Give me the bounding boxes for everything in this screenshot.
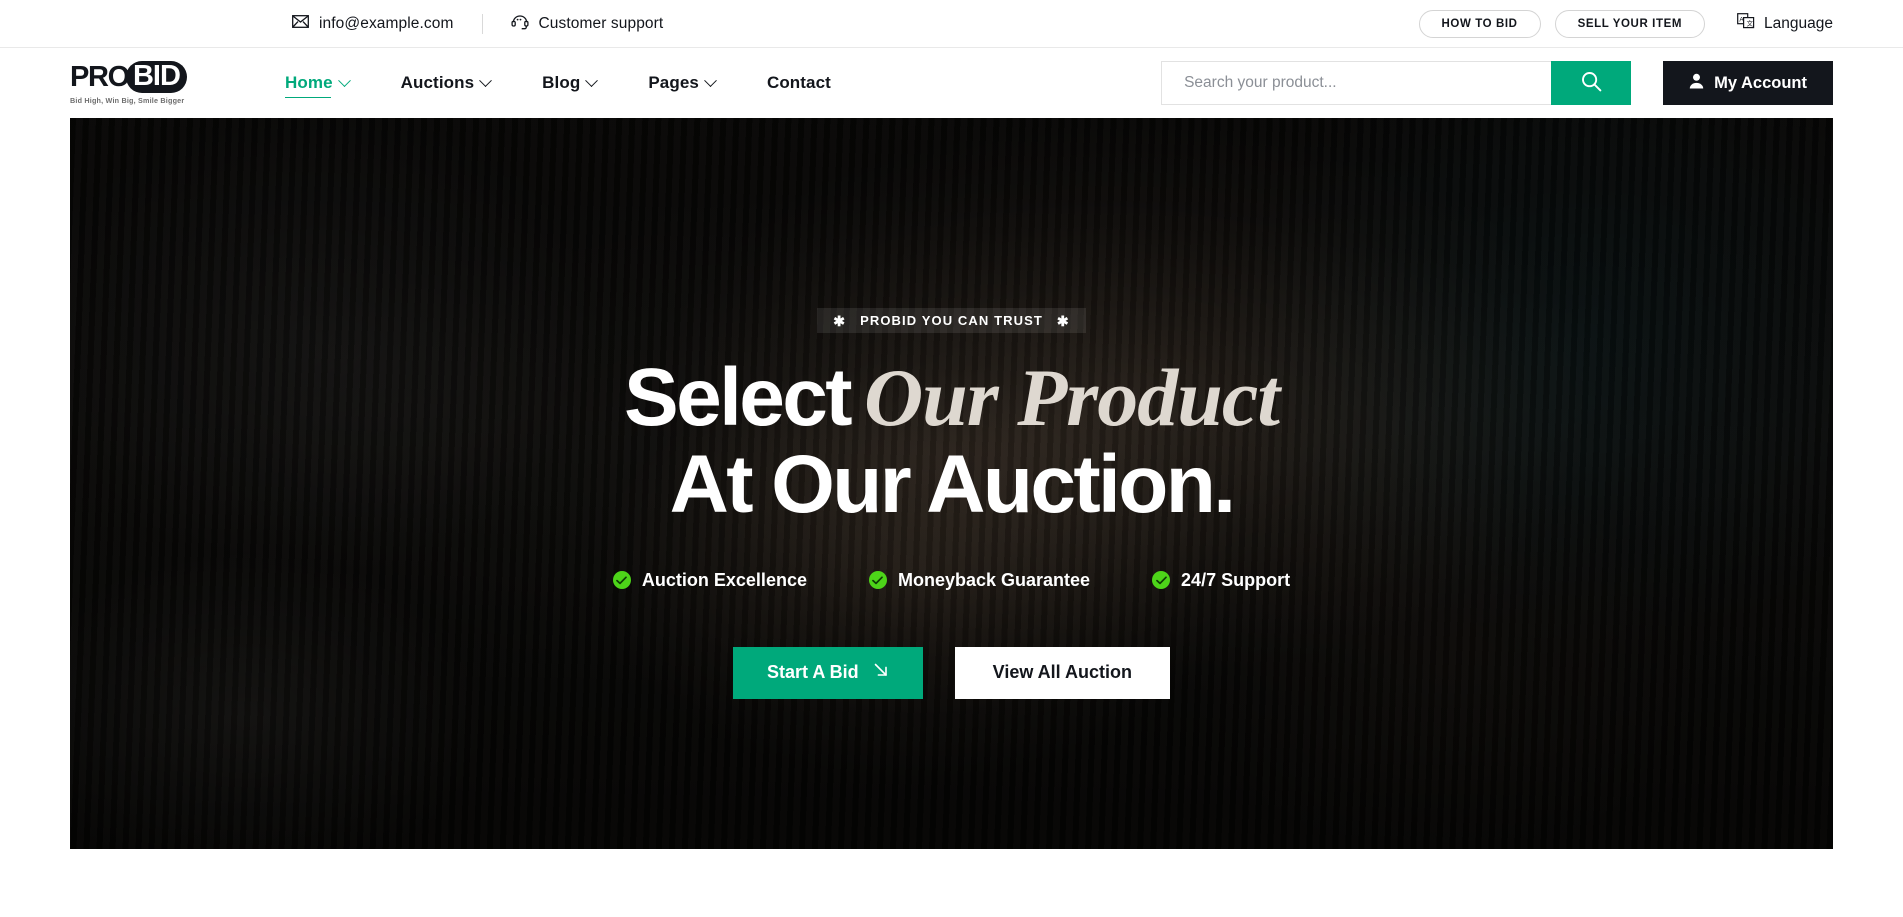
nav-label-pages: Pages: [648, 73, 699, 92]
nav-label-home: Home: [285, 73, 333, 92]
hero-feature-label: 24/7 Support: [1181, 569, 1291, 590]
hero-feature-item: 24/7 Support: [1152, 570, 1290, 591]
nav-item-contact[interactable]: Contact: [741, 73, 857, 93]
chevron-down-icon: [479, 73, 493, 87]
hero-heading-emphasis: Our Product: [863, 352, 1280, 443]
hero-heading: Select Our Product At Our Auction.: [623, 352, 1280, 531]
topbar-email-text: info@example.com: [319, 14, 454, 32]
nav-label-contact: Contact: [766, 73, 831, 92]
main-header: PRO BID Bid High, Win Big, Smile Bigger …: [0, 48, 1903, 118]
nav-label-auctions: Auctions: [400, 73, 475, 92]
search-input[interactable]: [1161, 61, 1552, 105]
svg-text:A: A: [1739, 16, 1744, 23]
sparkle-icon: ✱: [1056, 312, 1070, 329]
my-account-button[interactable]: My Account: [1663, 61, 1833, 105]
language-selector[interactable]: A 文 Language: [1737, 13, 1833, 34]
how-to-bid-button[interactable]: HOW TO BID: [1418, 9, 1541, 38]
language-label: Language: [1764, 14, 1833, 32]
topbar-customer-support[interactable]: Customer support: [510, 13, 664, 35]
site-logo[interactable]: PRO BID Bid High, Win Big, Smile Bigger: [70, 61, 250, 105]
topbar-email[interactable]: info@example.com: [292, 15, 454, 33]
hero-content: ✱ PROBID YOU CAN TRUST ✱ Select Our Produ…: [70, 118, 1833, 699]
hero-badge: ✱ PROBID YOU CAN TRUST ✱: [817, 308, 1086, 333]
headset-icon: [510, 13, 529, 35]
svg-text:文: 文: [1747, 19, 1754, 28]
chevron-down-icon: [704, 73, 717, 87]
check-circle-icon: [1152, 571, 1171, 590]
translate-icon: A 文: [1737, 13, 1755, 34]
chevron-down-icon: [585, 73, 599, 87]
user-icon: [1689, 73, 1704, 94]
topbar-actions-group: HOW TO BID SELL YOUR ITEM A 文 Language: [1418, 9, 1833, 38]
hero-feature-item: Moneyback Guarantee: [868, 569, 1091, 591]
sell-your-item-button[interactable]: SELL YOUR ITEM: [1554, 9, 1706, 38]
logo-text-bid: BID: [125, 61, 187, 93]
nav-item-blog[interactable]: Blog: [516, 73, 622, 93]
my-account-label: My Account: [1714, 73, 1807, 92]
hero-heading-line2: At Our Auction.: [669, 439, 1236, 531]
start-a-bid-label: Start A Bid: [766, 662, 859, 683]
sparkle-icon: ✱: [833, 312, 847, 329]
hero-feature-item: Auction Excellence: [612, 569, 807, 591]
check-circle-icon: [868, 571, 887, 590]
view-all-auction-button[interactable]: View All Auction: [954, 646, 1171, 699]
nav-label-blog: Blog: [542, 73, 581, 92]
hero-cta-group: Start A Bid View All Auction: [732, 646, 1171, 699]
nav-item-pages[interactable]: Pages: [622, 73, 741, 93]
topbar-support-text: Customer support: [538, 14, 664, 32]
nav-item-auctions[interactable]: Auctions: [375, 73, 517, 93]
hero-section: ✱ PROBID YOU CAN TRUST ✱ Select Our Produ…: [70, 118, 1833, 849]
primary-navigation: Home Auctions Blog Pages Contact: [259, 73, 857, 98]
search-submit-button[interactable]: [1551, 61, 1632, 105]
hero-feature-list: Auction Excellence Moneyback Guarantee 2…: [612, 569, 1290, 591]
logo-text-pro: PRO: [70, 60, 130, 93]
check-circle-icon: [612, 571, 631, 590]
chevron-down-icon: [337, 73, 351, 87]
topbar-contact-group: info@example.com Customer support: [292, 13, 663, 35]
hero-feature-label: Moneyback Guarantee: [897, 569, 1091, 590]
search-icon: [1581, 71, 1602, 95]
topbar-divider: [481, 13, 483, 34]
nav-item-home[interactable]: Home: [259, 73, 375, 98]
envelope-icon: [292, 14, 309, 33]
top-utility-bar: info@example.com Customer support HOW TO…: [0, 0, 1903, 48]
logo-tagline: Bid High, Win Big, Smile Bigger: [70, 96, 185, 105]
start-a-bid-button[interactable]: Start A Bid: [732, 646, 923, 699]
hero-badge-text: PROBID YOU CAN TRUST: [860, 313, 1043, 328]
product-search: [1161, 61, 1632, 105]
hero-feature-label: Auction Excellence: [641, 569, 807, 590]
hero-heading-plain: Select: [623, 352, 853, 443]
logo-mark: PRO BID: [70, 61, 250, 93]
arrow-down-right-icon: [873, 662, 889, 683]
hero-heading-line1: Select Our Product: [623, 352, 1280, 443]
